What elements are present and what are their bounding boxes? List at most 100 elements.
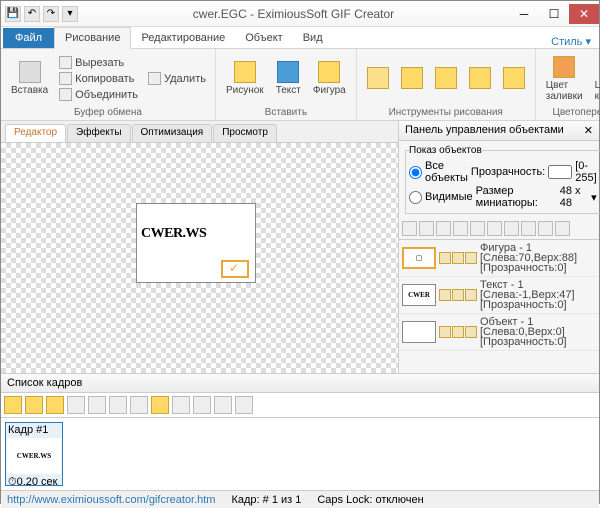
tab-preview[interactable]: Просмотр [213,124,277,142]
objects-panel: Панель управления объектами ✕ Показ объе… [399,121,599,373]
tab-drawing[interactable]: Рисование [54,27,131,49]
eye-icon[interactable] [439,289,451,301]
picture-button[interactable]: Рисунок [222,59,268,98]
frame-tool-4[interactable] [67,396,85,414]
object-row[interactable]: ▢ Фигура - 1[Слева:70,Верх:88][Прозрачно… [399,240,599,277]
close-button[interactable]: ✕ [569,4,599,24]
radio-visible[interactable] [409,191,422,204]
opacity-input[interactable] [548,165,572,179]
object-thumb: ▢ [402,247,436,269]
delete-icon [148,72,161,85]
qat-dropdown-icon[interactable]: ▾ [62,6,78,22]
window-controls: ─ ☐ ✕ [509,4,599,24]
tab-optimization[interactable]: Оптимизация [132,124,213,142]
frame-last-icon[interactable] [235,396,253,414]
group-label-drawtools: Инструменты рисования [363,106,529,118]
canvas-content[interactable]: CWER.WS [136,203,256,283]
canvas-text: CWER.WS [137,204,255,242]
tool-1[interactable] [402,221,417,236]
tool-7[interactable] [504,221,519,236]
tab-editing[interactable]: Редактирование [131,28,235,48]
frame-tool-8[interactable] [151,396,169,414]
tab-editor[interactable]: Редактор [5,124,66,142]
cut-icon [59,56,72,69]
frame-tool-3[interactable] [46,396,64,414]
eye-icon[interactable] [439,252,451,264]
tool-9[interactable] [538,221,553,236]
outlinecolor-button[interactable]: Цвет контура [591,54,600,104]
fillcolor-button[interactable]: Цвет заливки [542,54,587,104]
file-tab[interactable]: Файл [3,28,54,48]
object-row[interactable]: CWER Текст - 1[Слева:-1,Верх:47][Прозрач… [399,277,599,314]
paste-button[interactable]: Вставка [7,59,52,98]
tool-brush[interactable] [397,65,427,93]
minimize-button[interactable]: ─ [509,4,539,24]
frames-header: Список кадров [1,374,599,393]
cursor-icon [367,67,389,89]
tab-view[interactable]: Вид [293,28,333,48]
bucket-icon [503,67,525,89]
frame-tool-2[interactable] [25,396,43,414]
tool-eraser[interactable] [465,65,495,93]
group-label-color: Цветопередача [542,106,600,118]
radio-all-objects[interactable] [409,166,422,179]
tab-object[interactable]: Объект [235,28,292,48]
text-button[interactable]: Текст [272,59,305,98]
qat-redo-icon[interactable]: ↷ [43,6,59,22]
delete-button[interactable]: Удалить [145,71,209,86]
eraser-icon [469,67,491,89]
lock-icon[interactable] [452,326,464,338]
tool-2[interactable] [419,221,434,236]
frame-first-icon[interactable] [172,396,190,414]
tool-fill[interactable] [499,65,529,93]
panel-close-icon[interactable]: ✕ [584,124,593,137]
ribbon-group-color: Цвет заливки Цвет контура Цветопередача [536,49,600,120]
ribbon-group-insert: Рисунок Текст Фигура Вставить [216,49,357,120]
frame-tool-1[interactable] [4,396,22,414]
thumb-size-dropdown[interactable]: 48 x 48 [560,185,588,209]
editor-tabs: Редактор Эффекты Оптимизация Просмотр [1,121,398,143]
maximize-button[interactable]: ☐ [539,4,569,24]
lock-icon[interactable] [452,289,464,301]
qat-save-icon[interactable]: 💾 [5,6,21,22]
tool-select[interactable] [363,65,393,93]
title-bar: 💾 ↶ ↷ ▾ cwer.EGC - EximiousSoft GIF Crea… [1,1,599,27]
frame-prev-icon[interactable] [193,396,211,414]
eye-icon[interactable] [439,326,451,338]
lock-icon[interactable] [452,252,464,264]
tool-8[interactable] [521,221,536,236]
object-row[interactable]: Объект - 1[Слева:0,Верх:0][Прозрачность:… [399,314,599,351]
frame-tool-7[interactable] [130,396,148,414]
tool-6[interactable] [487,221,502,236]
tool-4[interactable] [453,221,468,236]
status-bar: http://www.eximioussoft.com/gifcreator.h… [1,490,599,508]
copy-button[interactable]: Копировать [56,71,141,86]
tool-10[interactable] [555,221,570,236]
tab-effects[interactable]: Эффекты [67,124,130,142]
ribbon-group-clipboard: Вставка Вырезать Копировать Объединить У… [1,49,216,120]
qat-undo-icon[interactable]: ↶ [24,6,40,22]
merge-icon [59,88,72,101]
frame-item[interactable]: Кадр #1 CWER.WS ⏱0.20 сек [5,422,63,486]
frame-tool-6[interactable] [109,396,127,414]
tool-5[interactable] [470,221,485,236]
style-dropdown[interactable]: Стиль ▾ [551,35,591,48]
brush-icon [401,67,423,89]
object-thumb: CWER [402,284,436,306]
objects-list: ▢ Фигура - 1[Слева:70,Верх:88][Прозрачно… [399,240,599,351]
fillcolor-icon [553,56,575,78]
merge-button[interactable]: Объединить [56,87,141,102]
group-label-insert: Вставить [222,106,350,118]
frame-tool-5[interactable] [88,396,106,414]
tool-pencil[interactable] [431,65,461,93]
pencil-icon [435,67,457,89]
ribbon: Вставка Вырезать Копировать Объединить У… [1,49,599,121]
tool-3[interactable] [436,221,451,236]
cut-button[interactable]: Вырезать [56,55,141,70]
frame-next-icon[interactable] [214,396,232,414]
work-area: Редактор Эффекты Оптимизация Просмотр CW… [1,121,599,373]
figure-button[interactable]: Фигура [309,59,350,98]
text-icon [277,61,299,83]
canvas[interactable]: CWER.WS [1,143,398,373]
copy-icon [59,72,72,85]
